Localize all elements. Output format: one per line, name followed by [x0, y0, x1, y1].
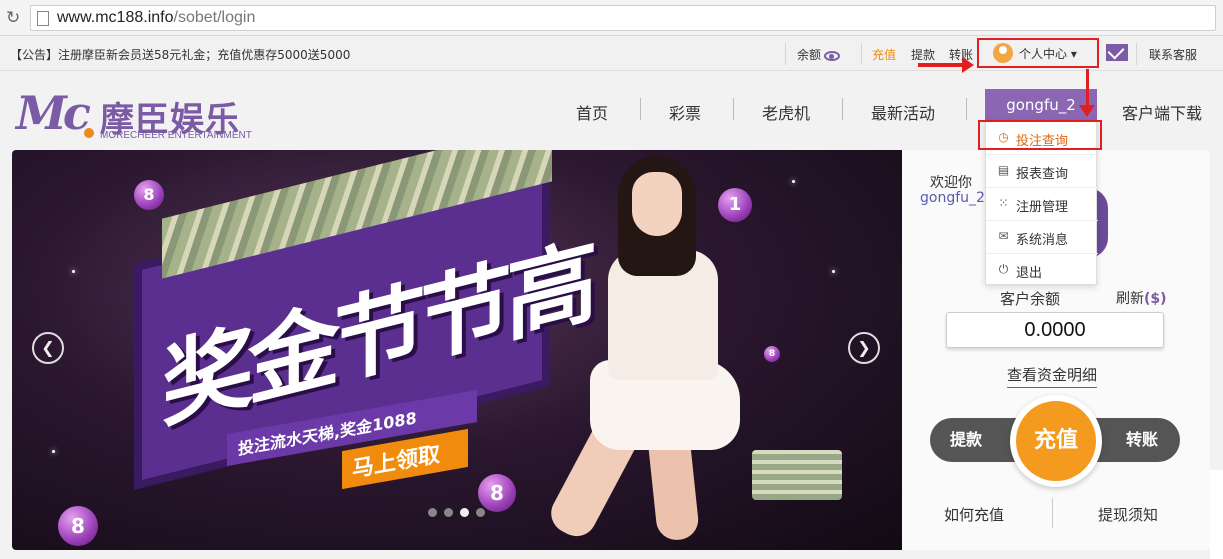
divider — [640, 98, 641, 120]
nav-home[interactable]: 首页 — [576, 100, 608, 124]
side-widget — [1210, 470, 1223, 559]
nav-download[interactable]: 客户端下载 — [1122, 100, 1202, 124]
network-icon: ⁙ — [998, 196, 1009, 210]
banner-model-image — [532, 150, 752, 550]
user-avatar-icon — [993, 43, 1013, 63]
divider — [842, 98, 843, 120]
logo-dot — [84, 128, 94, 138]
lottery-ball-icon: 8 — [58, 506, 98, 546]
browser-address-bar: ↻ www.mc188.info/sobet/login — [0, 0, 1223, 36]
withdraw-link[interactable]: 提款 — [911, 46, 935, 63]
divider — [966, 98, 967, 120]
fund-details-link[interactable]: 查看资金明细 — [1007, 364, 1098, 388]
panel-username: gongfu_2 — [920, 190, 985, 206]
divider — [1136, 43, 1137, 65]
cash-stack — [752, 450, 842, 500]
sparkle — [792, 180, 795, 183]
chevron-down-icon: ▾ — [1070, 47, 1077, 61]
url-field[interactable]: www.mc188.info/sobet/login — [30, 5, 1216, 31]
divider — [733, 98, 734, 120]
announcement-text: 【公告】注册摩臣新会员送58元礼金；充值优惠存5000送5000 — [10, 48, 351, 62]
logo-tagline: MORECHEER ENTERTAINMENT — [100, 130, 252, 141]
carousel-dot[interactable] — [444, 508, 453, 517]
recharge-link[interactable]: 充值 — [872, 46, 896, 63]
power-icon: ⏻ — [998, 262, 1009, 276]
reload-icon[interactable]: ↻ — [6, 8, 20, 28]
divider — [785, 43, 786, 65]
report-icon: ▤ — [997, 163, 1010, 177]
menu-item-messages[interactable]: ✉ 系统消息 — [986, 221, 1098, 254]
recharge-button[interactable]: 充值 — [1010, 395, 1102, 487]
nav-lottery[interactable]: 彩票 — [669, 100, 701, 124]
model-figure — [632, 172, 682, 236]
annotation-highlight — [978, 120, 1102, 150]
lottery-ball-icon: 8 — [764, 346, 780, 362]
menu-item-logout[interactable]: ⏻ 退出 — [986, 254, 1098, 287]
balance-label: 客户余额 — [1000, 290, 1061, 308]
customer-service-link[interactable]: 联系客服 — [1149, 46, 1197, 63]
mail-icon: ✉ — [998, 229, 1009, 243]
carousel-dot-active[interactable] — [460, 508, 469, 517]
menu-item-report-query[interactable]: ▤ 报表查询 — [986, 155, 1098, 188]
welcome-text: 欢迎你 — [930, 175, 972, 191]
chevron-right-icon[interactable]: ❯ — [848, 332, 880, 364]
promo-banner[interactable]: 奖金节节高 投注流水天梯,奖金1088 马上领取 8 1 8 8 8 ❮ ❯ — [12, 150, 902, 550]
carousel-dot[interactable] — [428, 508, 437, 517]
eye-icon[interactable] — [824, 50, 841, 61]
refresh-icon[interactable]: ($) — [1144, 291, 1167, 307]
chevron-left-icon[interactable]: ❮ — [32, 332, 64, 364]
divider — [1052, 498, 1053, 528]
page-icon — [37, 11, 49, 26]
mail-icon[interactable] — [1106, 44, 1128, 61]
annotation-arrow — [1079, 69, 1095, 117]
lottery-ball-icon: 8 — [478, 474, 516, 512]
menu-item-registration[interactable]: ⁙ 注册管理 — [986, 188, 1098, 221]
how-to-recharge-link[interactable]: 如何充值 — [944, 504, 1004, 525]
carousel-dot[interactable] — [476, 508, 485, 517]
url-text: www.mc188.info/sobet/login — [57, 9, 256, 26]
logo-mark[interactable]: Mc — [16, 86, 91, 140]
user-center-label: 个人中心 ▾ — [1019, 47, 1077, 61]
annotation-arrow — [918, 57, 974, 73]
sparkle — [72, 270, 75, 273]
withdraw-notice-link[interactable]: 提现须知 — [1098, 504, 1158, 525]
user-center-menu[interactable]: 个人中心 ▾ — [977, 38, 1099, 68]
balance-toggle[interactable]: 余额 — [797, 46, 841, 63]
lottery-ball-icon: 8 — [134, 180, 164, 210]
nav-slots[interactable]: 老虎机 — [762, 100, 810, 124]
refresh-button[interactable]: 刷新($) — [1116, 288, 1167, 308]
divider — [861, 43, 862, 65]
balance-value: 0.0000 — [946, 312, 1164, 348]
sparkle — [832, 270, 835, 273]
nav-events[interactable]: 最新活动 — [871, 100, 935, 124]
sparkle — [52, 450, 55, 453]
